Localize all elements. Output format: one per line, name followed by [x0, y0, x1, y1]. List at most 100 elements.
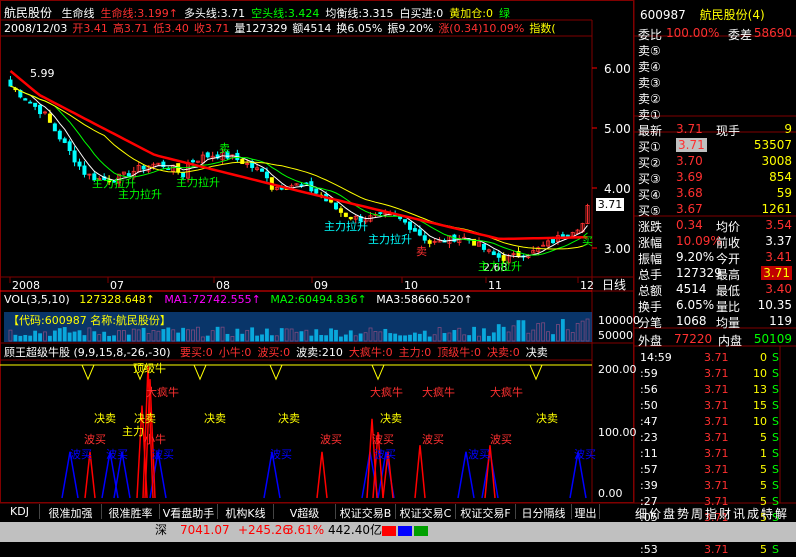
tick-time: 14:59: [640, 351, 672, 364]
indicator-label: 波买: [372, 433, 394, 446]
quote-tab[interactable]: 价: [648, 505, 662, 522]
kline-candle: [417, 229, 422, 236]
signal-label: 买: [582, 235, 593, 248]
quote-tab[interactable]: 指: [704, 505, 718, 522]
header-value: 额4514: [292, 22, 332, 35]
indicator-label: 波买: [152, 448, 174, 461]
high-price-annotation: 5.99: [30, 67, 55, 80]
header-value: 高3.71: [112, 22, 149, 35]
tick-time: :11: [640, 447, 658, 460]
quote-tab[interactable]: 财: [718, 505, 732, 522]
indicator-tab[interactable]: 权证交易C: [396, 504, 456, 519]
indicator-tab[interactable]: 权证交易F: [456, 504, 516, 519]
signal-label: 卖: [219, 142, 230, 155]
kline-candle: [378, 212, 383, 215]
indicator-axis-100: 100.00: [598, 426, 637, 439]
kline-candle: [398, 216, 403, 220]
tick-row: :59 3.71 10 S: [636, 365, 781, 381]
tick-price: 3.71: [704, 383, 729, 396]
header-value: 换6.05%: [336, 22, 383, 35]
sell-row: 卖①: [636, 104, 796, 122]
stat-value: 4514: [676, 282, 707, 296]
buy-price: 3.68: [676, 186, 703, 200]
signal-label: 主力拉升: [324, 220, 368, 233]
header-item: 白买进:0: [399, 7, 444, 20]
kline-candle: [412, 228, 417, 232]
buy-volume: 1261: [761, 202, 792, 216]
tick-side: S: [772, 463, 779, 476]
header-value: 收3.71: [193, 22, 230, 35]
buy-row: 买① 3.71 53507: [636, 136, 796, 154]
header-item: 空头线:3.424: [251, 7, 320, 20]
kline-candle: [23, 98, 28, 101]
stat-value: 0.34: [676, 218, 703, 232]
tick-time: :39: [640, 479, 658, 492]
indicator-tab[interactable]: 权证交易B: [336, 504, 396, 519]
quote-tab[interactable]: 讯: [732, 505, 746, 522]
indicator-tab[interactable]: 机构K线: [218, 504, 274, 519]
tick-price: 3.71: [704, 447, 729, 460]
indicator-tab[interactable]: V超级MACD: [274, 504, 336, 519]
kline-candle: [403, 219, 408, 223]
quote-tab[interactable]: 盘: [662, 505, 676, 522]
tick-volume: 5: [760, 431, 767, 444]
indicator-tab[interactable]: V看盘助手: [160, 504, 218, 519]
quote-tab[interactable]: 特: [760, 505, 774, 522]
status-down-block: [414, 526, 428, 536]
indicator-tab[interactable]: KDJ: [0, 504, 40, 519]
kline-candle: [82, 165, 87, 175]
stock-banner: 【代码:600987 名称:航民股份】: [8, 314, 171, 327]
tick-time: :57: [640, 463, 658, 476]
sell-row: 卖②: [636, 88, 796, 106]
indicator-label: 决卖: [536, 412, 558, 425]
indicator-tab[interactable]: 日分隔线: [516, 504, 572, 519]
quote-tab[interactable]: 细: [634, 505, 648, 522]
quote-tab[interactable]: 解: [774, 505, 788, 522]
sell-row: 卖③: [636, 72, 796, 90]
tick-row: :50 3.71 15 S: [636, 397, 781, 413]
indicator-tab[interactable]: 很准加强: [40, 504, 102, 519]
indicator-tab[interactable]: 理出: [572, 504, 600, 519]
kline-candle: [333, 202, 338, 210]
quote-tab[interactable]: 成: [746, 505, 760, 522]
indicator-tab[interactable]: 很准胜率: [102, 504, 160, 519]
status-flat-block: [398, 526, 412, 536]
stat-row: 振幅 9.20% 今开 3.41: [636, 248, 796, 266]
quote-tab[interactable]: 周: [690, 505, 704, 522]
tick-time: :50: [640, 399, 658, 412]
header-value: 涨(0.34)10.09%: [438, 22, 525, 35]
tick-volume: 1: [760, 447, 767, 460]
header-indicators: 生命线 生命线:3.199↑ 多头线:3.71 空头线:3.424 均衡线:3.315 白…: [56, 7, 510, 20]
tick-side: S: [772, 479, 779, 492]
kline-candle: [67, 141, 72, 152]
quote-tab[interactable]: 势: [676, 505, 690, 522]
stat-value: 6.05%: [676, 298, 715, 312]
indicator-label: 波买: [574, 448, 596, 461]
ma-white-line: [10, 85, 588, 258]
kline-candle: [33, 102, 38, 107]
tick-time: :47: [640, 415, 658, 428]
price-axis-label: 6.00: [604, 62, 631, 76]
tick-price: 3.71: [704, 415, 729, 428]
kline-candle: [299, 184, 304, 187]
indicator-label: 波买: [70, 448, 92, 461]
signal-label: 卖: [416, 245, 427, 258]
stat-label: 均量: [716, 316, 741, 330]
period-label[interactable]: 日线: [602, 279, 626, 291]
kline-candle: [427, 240, 432, 244]
tick-price: 3.71: [704, 431, 729, 444]
tick-volume: 5: [760, 543, 767, 556]
indicator-label: 顶级牛: [133, 362, 166, 375]
sell-row: 卖⑤: [636, 40, 796, 58]
header-line-2: 2008/12/03 开3.41 高3.71 低3.40 收3.71 量127329 额45…: [4, 23, 561, 34]
kline-candle: [57, 130, 62, 140]
buy-row: 买③ 3.69 854: [636, 168, 796, 186]
indicator-value: 决卖:0: [487, 346, 520, 359]
kline-candle: [52, 123, 57, 132]
kline-candle: [260, 168, 265, 172]
buy-price: 3.69: [676, 170, 703, 184]
stat-value: 9.20%: [676, 250, 715, 264]
stat-row: 换手 6.05% 量比 10.35: [636, 296, 796, 314]
stat-row: 分笔 1068 均量 119: [636, 312, 796, 330]
decide-sell-spike: [269, 364, 283, 381]
